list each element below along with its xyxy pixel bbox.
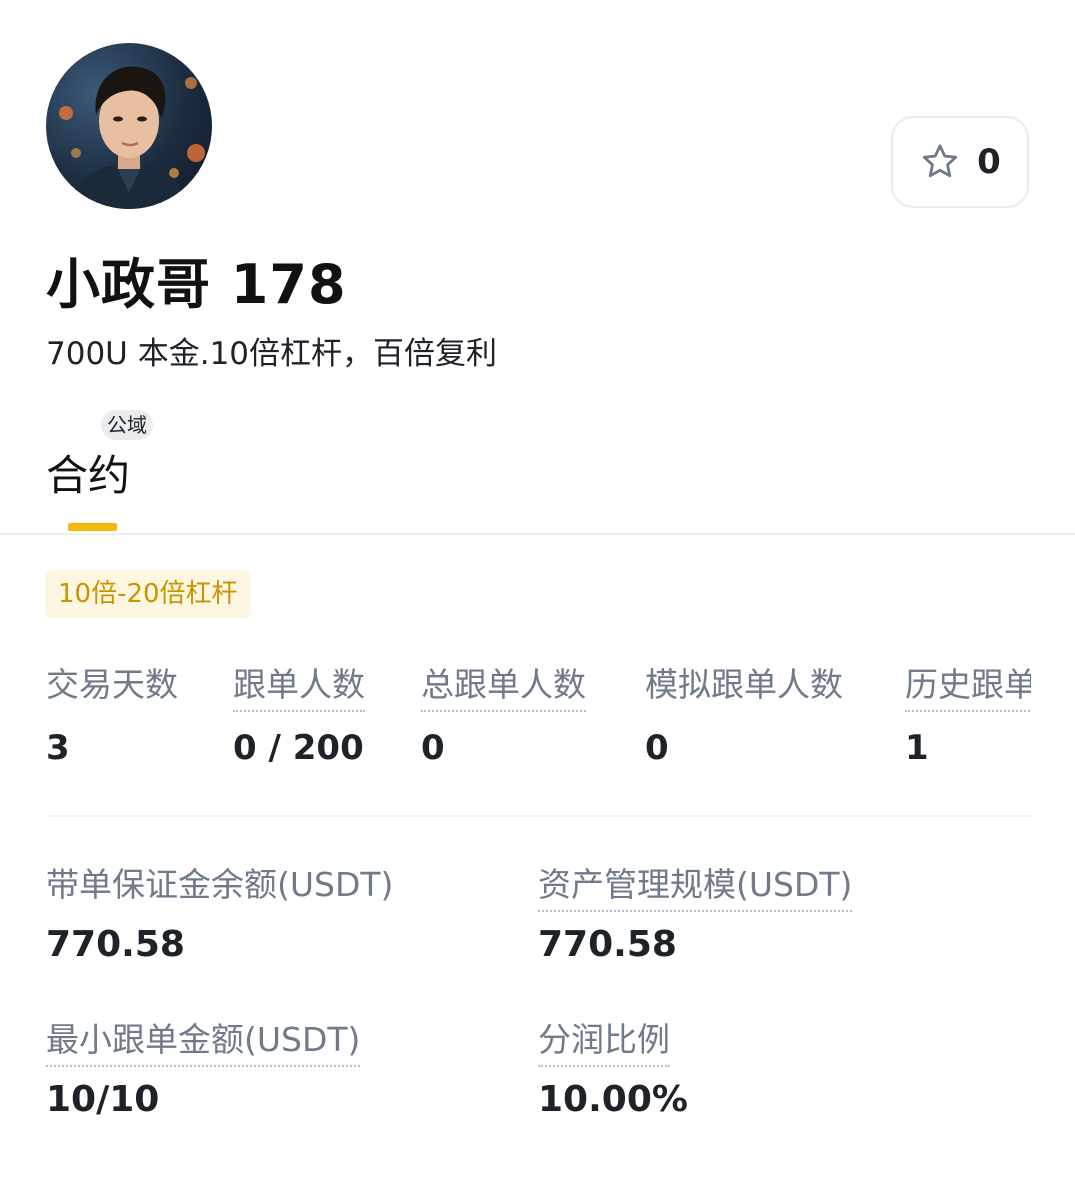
trader-bio: 700U 本金.10倍杠杆，百倍复利 (46, 336, 498, 372)
trader-name: 小政哥 178 (46, 253, 347, 316)
favorite-button[interactable]: 0 (891, 116, 1029, 208)
metric-margin-balance: 带单保证金余额(USDT) 770.58 (46, 858, 394, 965)
metric-aum[interactable]: 资产管理规模(USDT) 770.58 (538, 858, 853, 965)
favorite-count: 0 (977, 142, 1001, 182)
stat-label: 交易天数 (46, 665, 178, 704)
stat-copiers[interactable]: 跟单人数 0 / 200 (233, 658, 365, 768)
stat-trading-days: 交易天数 3 (46, 658, 178, 768)
active-tab-indicator (68, 523, 117, 531)
metric-label[interactable]: 资产管理规模(USDT) (538, 858, 853, 912)
user-avatar-portrait-icon (59, 66, 205, 209)
stat-label[interactable]: 跟单人数 (233, 658, 365, 712)
metric-min-copy-amount[interactable]: 最小跟单金额(USDT) 10/10 (46, 1013, 361, 1120)
stat-label[interactable]: 历史跟单 (905, 658, 1031, 712)
tab-futures[interactable]: 合约 (46, 442, 130, 503)
tab-badge-public: 公域 (101, 410, 153, 440)
metric-value: 770.58 (538, 924, 677, 965)
stat-value: 0 / 200 (233, 728, 364, 768)
leverage-tag: 10倍-20倍杠杆 (45, 570, 251, 618)
stat-total-copiers[interactable]: 总跟单人数 0 (421, 658, 586, 768)
metric-label: 带单保证金余额(USDT) (46, 865, 394, 904)
stat-label: 模拟跟单人数 (645, 665, 843, 704)
tab-divider (0, 533, 1075, 535)
stats-row[interactable]: 交易天数 3 跟单人数 0 / 200 总跟单人数 0 模拟跟单人数 0 历史跟… (46, 658, 1031, 778)
section-divider (46, 815, 1031, 817)
stat-label[interactable]: 总跟单人数 (421, 658, 586, 712)
trader-profile-page: 0 小政哥 178 700U 本金.10倍杠杆，百倍复利 公域 合约 10倍-2… (0, 0, 1075, 1200)
metric-value: 10/10 (46, 1079, 160, 1120)
stat-value: 3 (46, 728, 70, 768)
metric-label[interactable]: 最小跟单金额(USDT) (46, 1013, 361, 1067)
stat-value: 1 (905, 728, 929, 768)
metric-profit-share[interactable]: 分润比例 10.00% (538, 1013, 688, 1120)
stat-value: 0 (645, 728, 669, 768)
stat-value: 0 (421, 728, 445, 768)
metric-label[interactable]: 分润比例 (538, 1013, 670, 1067)
star-icon (923, 144, 958, 178)
metric-value: 10.00% (538, 1079, 688, 1120)
stat-mock-copiers: 模拟跟单人数 0 (645, 658, 843, 768)
stat-history-copiers[interactable]: 历史跟单 1 (905, 658, 1031, 768)
avatar[interactable] (46, 43, 212, 209)
metric-value: 770.58 (46, 924, 185, 965)
